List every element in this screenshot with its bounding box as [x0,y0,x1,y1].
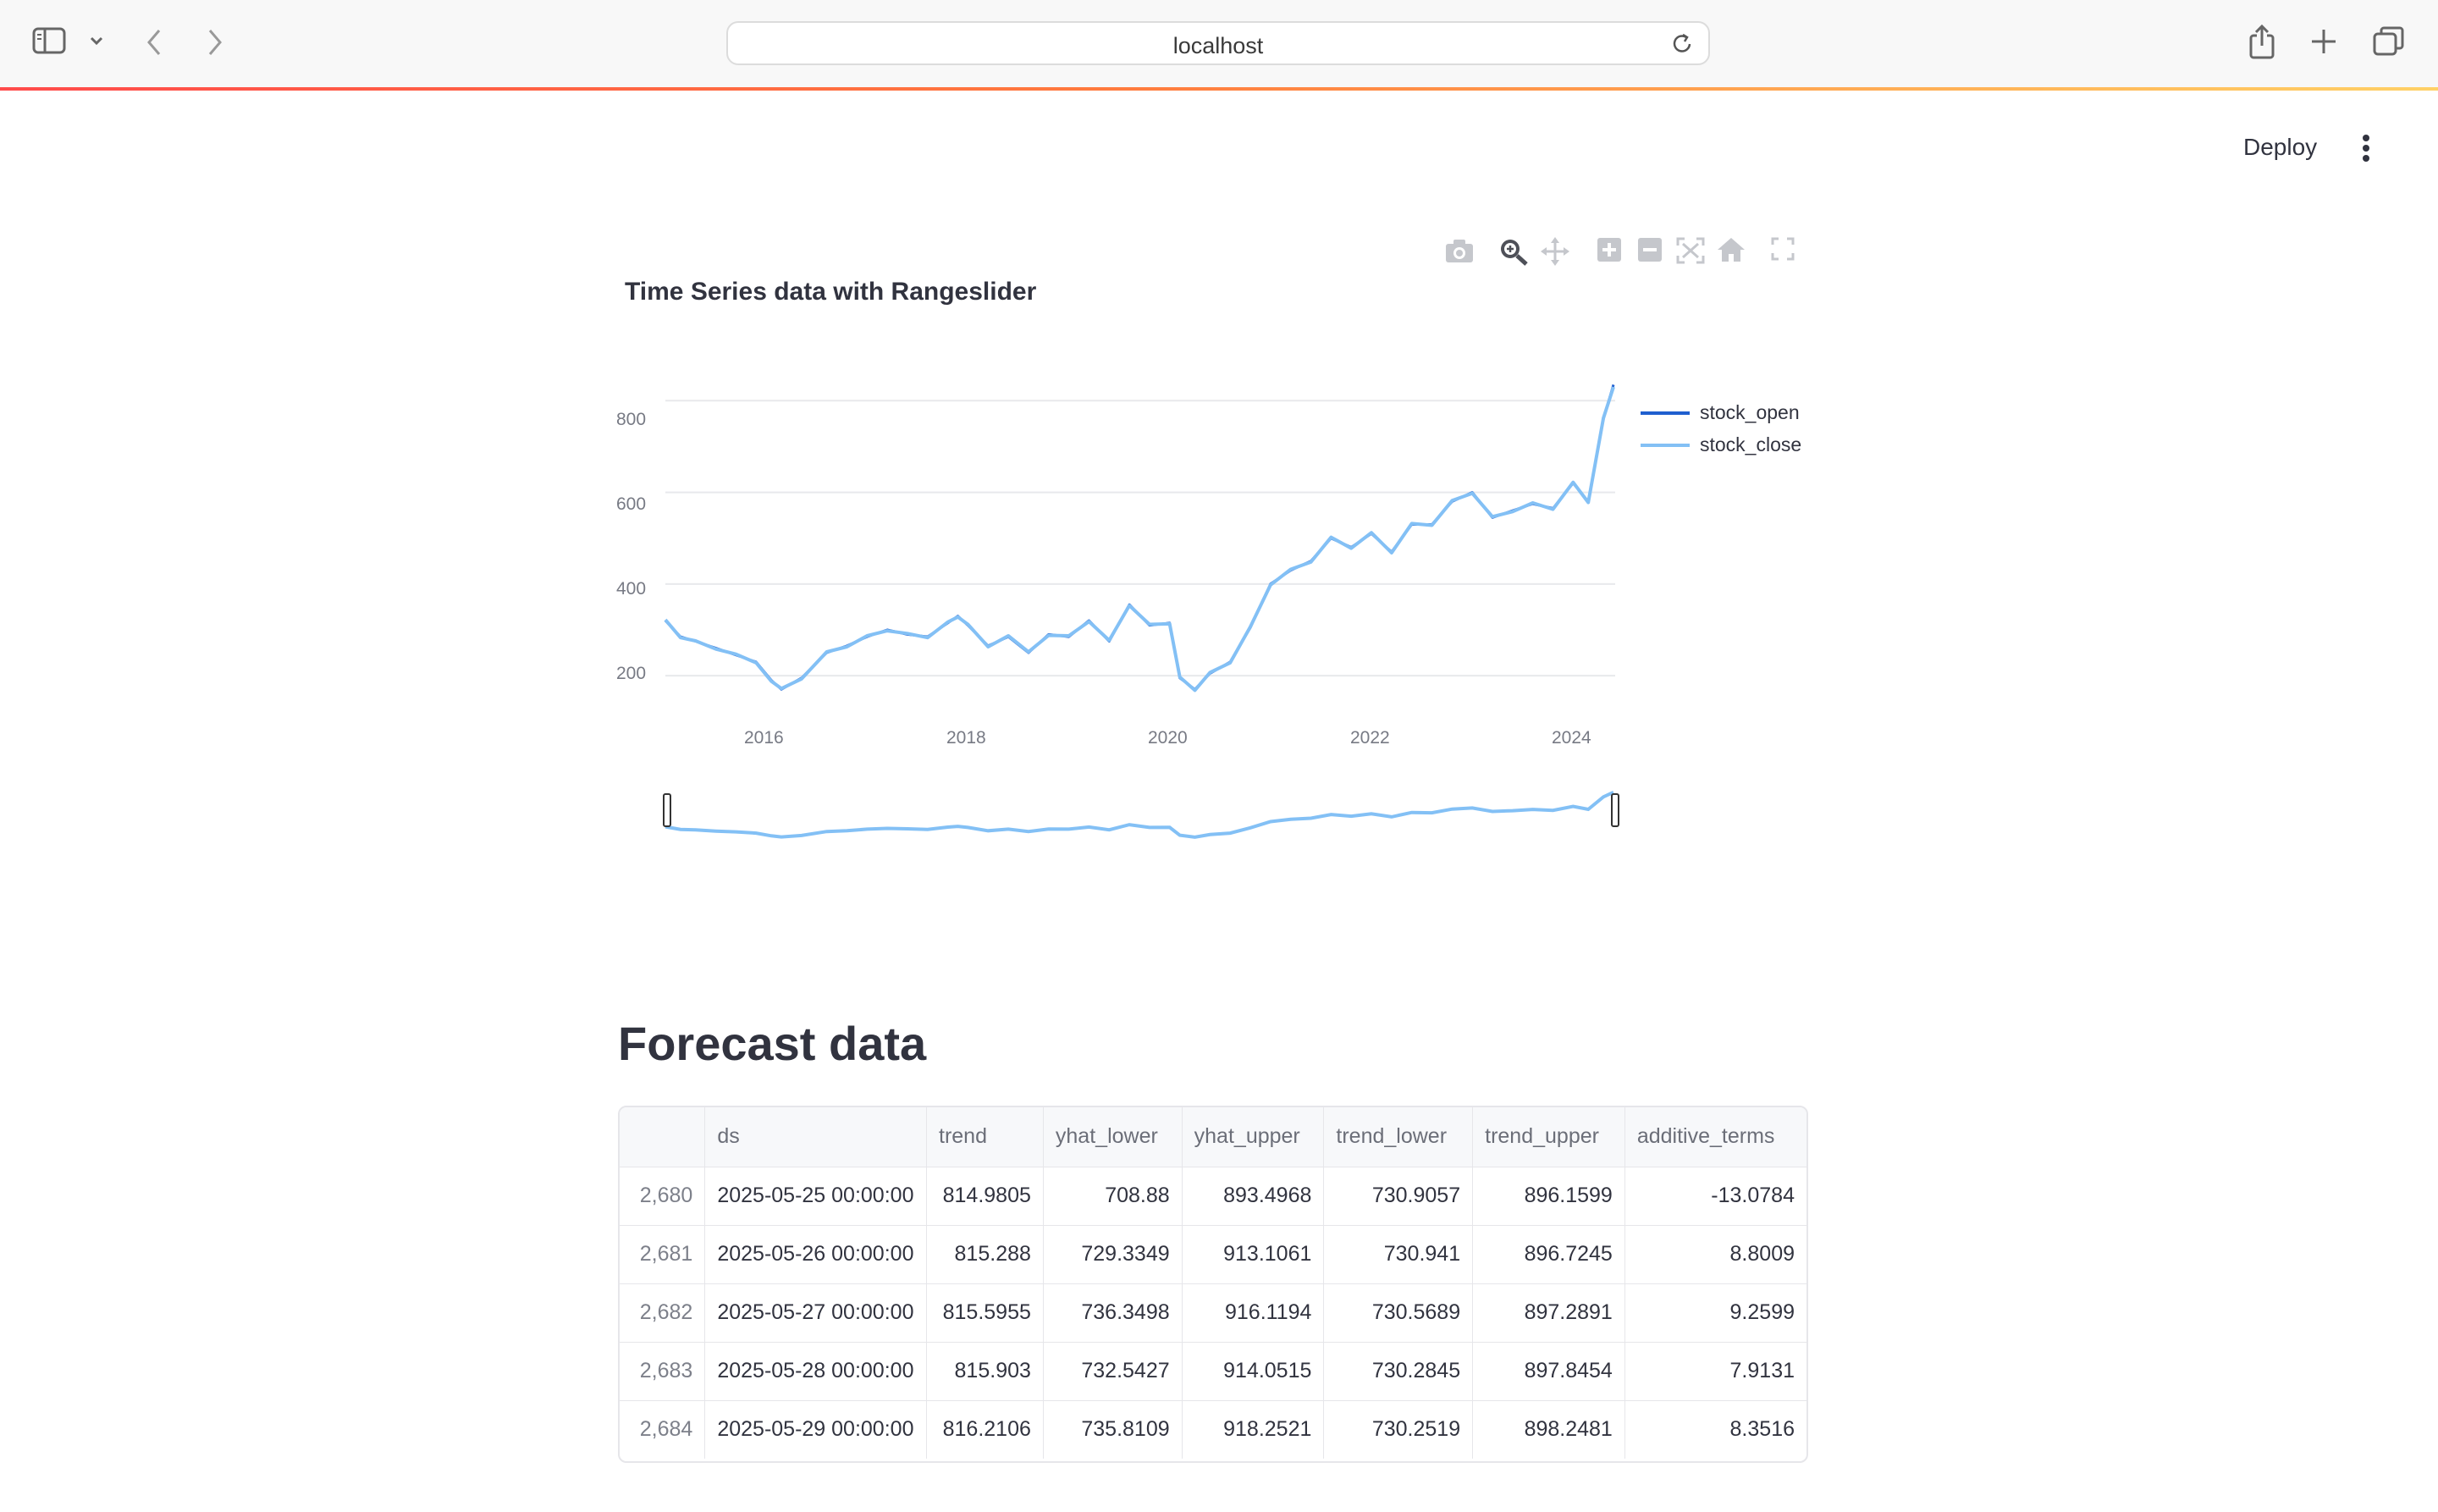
table-cell[interactable]: 897.8454 [1472,1342,1625,1401]
table-cell[interactable]: 708.88 [1043,1167,1183,1226]
row-index[interactable]: 2,684 [620,1400,706,1459]
table-row: 2,680 2025-05-25 00:00:00 814.9805 708.8… [620,1167,1806,1226]
table-cell[interactable]: 913.1061 [1182,1225,1325,1284]
table-cell[interactable]: 2025-05-28 00:00:00 [704,1342,927,1401]
table-cell[interactable]: 730.2519 [1323,1400,1474,1459]
column-header[interactable]: additive_terms [1624,1107,1806,1167]
table-row: 2,684 2025-05-29 00:00:00 816.2106 735.8… [620,1400,1806,1459]
table-cell[interactable]: -13.0784 [1624,1167,1806,1226]
table-cell[interactable]: 735.8109 [1043,1400,1183,1459]
legend-swatch [1641,443,1690,447]
table-cell[interactable]: 8.3516 [1624,1400,1806,1459]
forecast-dataframe[interactable]: ds trend yhat_lower yhat_upper trend_low… [618,1106,1808,1463]
legend-item-stock-close[interactable]: stock_close [1641,433,1801,456]
forecast-table: ds trend yhat_lower yhat_upper trend_low… [620,1107,1806,1459]
row-index[interactable]: 2,683 [620,1342,706,1401]
table-cell[interactable]: 2025-05-29 00:00:00 [704,1400,927,1459]
table-cell[interactable]: 914.0515 [1182,1342,1325,1401]
table-cell[interactable]: 7.9131 [1624,1342,1806,1401]
table-cell[interactable]: 897.2891 [1472,1283,1625,1343]
table-cell[interactable]: 9.2599 [1624,1283,1806,1343]
table-cell[interactable]: 815.903 [926,1342,1044,1401]
column-header[interactable]: yhat_lower [1043,1107,1183,1167]
table-cell[interactable]: 814.9805 [926,1167,1044,1226]
table-cell[interactable]: 732.5427 [1043,1342,1183,1401]
table-cell[interactable]: 815.288 [926,1225,1044,1284]
legend-label: stock_open [1700,401,1800,423]
table-cell[interactable]: 729.3349 [1043,1225,1183,1284]
table-cell[interactable]: 898.2481 [1472,1400,1625,1459]
column-header[interactable]: trend_lower [1323,1107,1474,1167]
row-index[interactable]: 2,681 [620,1225,706,1284]
table-cell[interactable]: 8.8009 [1624,1225,1806,1284]
legend-label: stock_close [1700,433,1802,455]
column-header[interactable]: trend [926,1107,1044,1167]
legend-swatch [1641,411,1690,415]
table-cell[interactable]: 2025-05-26 00:00:00 [704,1225,927,1284]
row-index[interactable]: 2,680 [620,1167,706,1226]
table-row: 2,682 2025-05-27 00:00:00 815.5955 736.3… [620,1283,1806,1343]
table-cell[interactable]: 730.5689 [1323,1283,1474,1343]
table-cell[interactable]: 736.3498 [1043,1283,1183,1343]
table-cell[interactable]: 730.941 [1323,1225,1474,1284]
table-cell[interactable]: 815.5955 [926,1283,1044,1343]
table-cell[interactable]: 2025-05-25 00:00:00 [704,1167,927,1226]
table-cell[interactable]: 916.1194 [1182,1283,1325,1343]
table-row: 2,681 2025-05-26 00:00:00 815.288 729.33… [620,1225,1806,1284]
column-header[interactable]: yhat_upper [1182,1107,1325,1167]
table-row: 2,683 2025-05-28 00:00:00 815.903 732.54… [620,1342,1806,1401]
series-line-stock-close[interactable] [664,386,1615,693]
column-header[interactable]: trend_upper [1472,1107,1625,1167]
table-cell[interactable]: 730.2845 [1323,1342,1474,1401]
forecast-heading: Forecast data [618,1017,927,1070]
time-series-chart[interactable] [0,0,2438,931]
legend-item-stock-open[interactable]: stock_open [1641,401,1800,424]
table-cell[interactable]: 918.2521 [1182,1400,1325,1459]
rangeslider-series-line [665,790,1614,839]
series-line-stock-open[interactable] [664,384,1615,691]
rangeslider-left-handle[interactable] [663,793,671,827]
table-cell[interactable]: 896.1599 [1472,1167,1625,1226]
column-header[interactable] [620,1107,706,1167]
row-index[interactable]: 2,682 [620,1283,706,1343]
table-header-row: ds trend yhat_lower yhat_upper trend_low… [620,1107,1806,1167]
table-cell[interactable]: 730.9057 [1323,1167,1474,1226]
table-cell[interactable]: 2025-05-27 00:00:00 [704,1283,927,1343]
table-cell[interactable]: 816.2106 [926,1400,1044,1459]
column-header[interactable]: ds [704,1107,927,1167]
table-cell[interactable]: 893.4968 [1182,1167,1325,1226]
table-cell[interactable]: 896.7245 [1472,1225,1625,1284]
rangeslider-right-handle[interactable] [1611,793,1619,827]
